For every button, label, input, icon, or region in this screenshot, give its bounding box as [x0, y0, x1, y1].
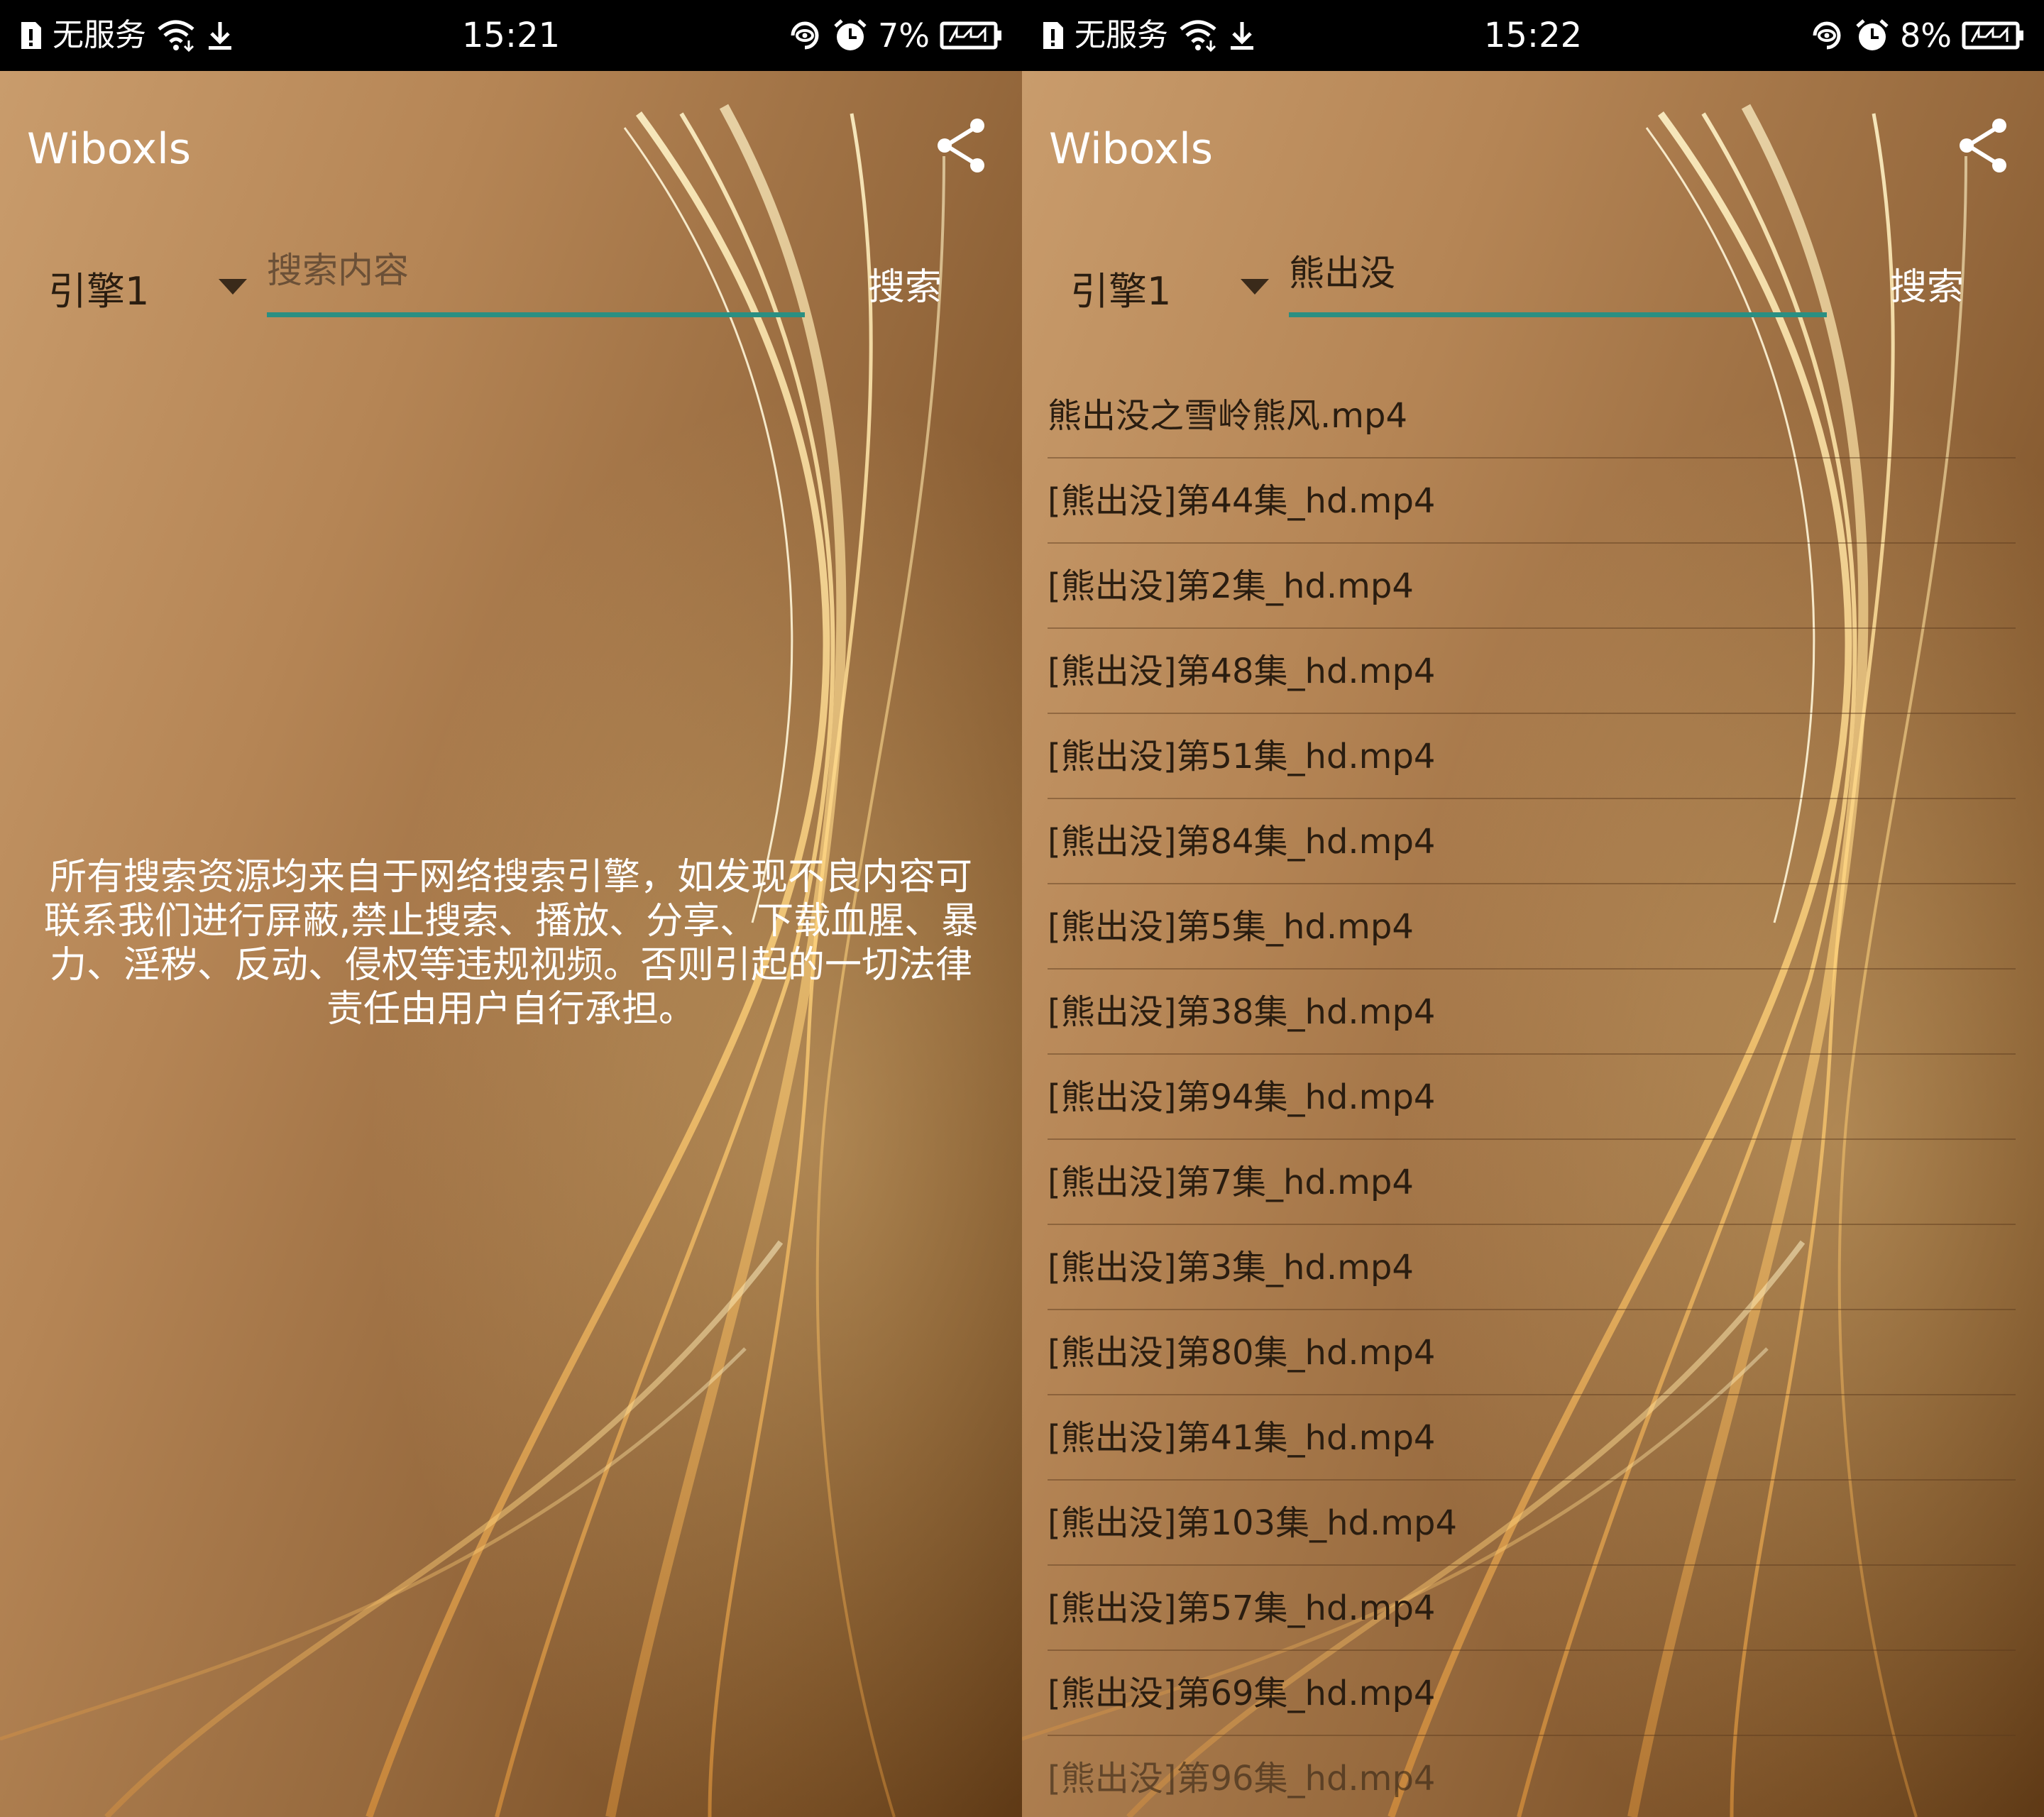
search-input-underline — [267, 312, 805, 317]
engine-selector[interactable]: 引擎1 — [1070, 256, 1269, 319]
share-button[interactable] — [930, 114, 994, 177]
status-bar: 无服务 15:22 8% — [1022, 0, 2044, 71]
engine-selected-value: 引擎1 — [1070, 268, 1172, 314]
battery-percent: 8% — [1900, 16, 1952, 55]
engine-selected-value: 引擎1 — [48, 268, 150, 314]
search-input[interactable] — [1289, 238, 1827, 302]
dropdown-arrow-icon — [1241, 279, 1269, 295]
battery-charging-icon — [940, 21, 1001, 50]
result-item[interactable]: [熊出没]第44集_hd.mp4 — [1048, 459, 2016, 544]
engine-selector[interactable]: 引擎1 — [48, 256, 247, 319]
share-button[interactable] — [1952, 114, 2016, 177]
result-item[interactable]: [熊出没]第69集_hd.mp4 — [1048, 1651, 2016, 1736]
share-icon — [938, 119, 984, 172]
battery-percent: 7% — [878, 16, 930, 55]
result-item[interactable]: [熊出没]第103集_hd.mp4 — [1048, 1481, 2016, 1566]
screen-left: 无服务 15:21 7% Wiboxls 引擎1 搜索内容 搜索 所有搜索资源均… — [0, 0, 1022, 1817]
result-item[interactable]: [熊出没]第57集_hd.mp4 — [1048, 1566, 2016, 1651]
eye-protection-icon — [791, 21, 819, 50]
search-input[interactable] — [267, 238, 805, 302]
disclaimer-text: 所有搜索资源均来自于网络搜索引擎，如发现不良内容可联系我们进行屏蔽,禁止搜索、播… — [43, 856, 979, 1031]
app-title: Wiboxls — [27, 124, 192, 174]
app-title: Wiboxls — [1049, 124, 1214, 174]
search-button[interactable]: 搜索 — [1877, 256, 1977, 319]
result-item[interactable]: [熊出没]第38集_hd.mp4 — [1048, 970, 2016, 1055]
alarm-icon — [1856, 19, 1889, 50]
screen-right: 无服务 15:22 8% Wiboxls 引擎1 熊出没 搜索 熊出没之雪岭熊风… — [1022, 0, 2044, 1817]
battery-charging-icon — [1962, 21, 2023, 50]
status-bar: 无服务 15:21 7% — [0, 0, 1022, 71]
search-input-underline — [1289, 312, 1827, 317]
result-item[interactable]: [熊出没]第84集_hd.mp4 — [1048, 799, 2016, 884]
search-button[interactable]: 搜索 — [855, 256, 955, 319]
result-item[interactable]: [熊出没]第3集_hd.mp4 — [1048, 1225, 2016, 1310]
result-item[interactable]: [熊出没]第51集_hd.mp4 — [1048, 714, 2016, 799]
result-item[interactable]: [熊出没]第80集_hd.mp4 — [1048, 1310, 2016, 1395]
main-content: Wiboxls 引擎1 搜索 所有搜索资源均来自于网络搜索引擎，如发现不良内容可… — [0, 71, 1022, 1817]
result-item[interactable]: [熊出没]第48集_hd.mp4 — [1048, 629, 2016, 714]
eye-protection-icon — [1813, 21, 1841, 50]
result-item[interactable]: [熊出没]第96集_hd.mp4 — [1048, 1736, 2016, 1817]
result-item[interactable]: [熊出没]第94集_hd.mp4 — [1048, 1055, 2016, 1140]
main-content: Wiboxls 引擎1 搜索 熊出没之雪岭熊风.mp4 [熊出没]第44集_hd… — [1022, 71, 2044, 1817]
result-item[interactable]: [熊出没]第2集_hd.mp4 — [1048, 544, 2016, 629]
result-item[interactable]: [熊出没]第41集_hd.mp4 — [1048, 1395, 2016, 1481]
alarm-icon — [834, 19, 867, 50]
search-results-list: 熊出没之雪岭熊风.mp4 [熊出没]第44集_hd.mp4 [熊出没]第2集_h… — [1048, 373, 2016, 1817]
dropdown-arrow-icon — [219, 279, 247, 295]
share-icon — [1960, 119, 2006, 172]
result-item[interactable]: [熊出没]第5集_hd.mp4 — [1048, 884, 2016, 970]
result-item[interactable]: [熊出没]第7集_hd.mp4 — [1048, 1140, 2016, 1225]
result-item[interactable]: 熊出没之雪岭熊风.mp4 — [1048, 373, 2016, 459]
